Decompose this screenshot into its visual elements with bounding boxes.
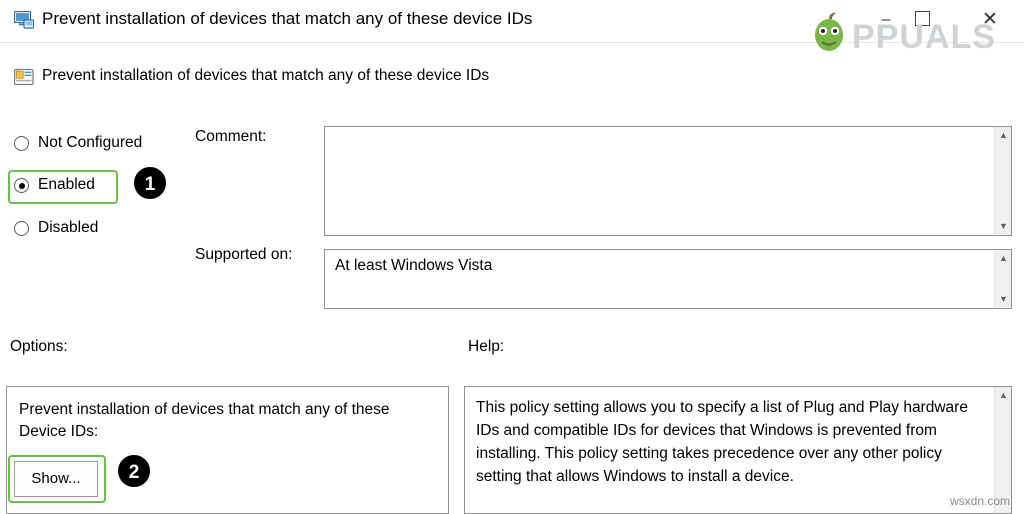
scroll-down-icon[interactable]: ▼ bbox=[995, 291, 1012, 308]
highlight-box-show bbox=[8, 455, 106, 503]
radio-label-not-configured: Not Configured bbox=[38, 134, 143, 151]
options-section-label: Options: bbox=[10, 338, 68, 355]
minimize-icon: – bbox=[881, 11, 891, 28]
supported-on-label: Supported on: bbox=[195, 246, 293, 263]
comment-textarea[interactable]: ▲ ▼ bbox=[324, 126, 1012, 236]
callout-badge-1: 1 bbox=[132, 165, 168, 201]
scroll-up-icon[interactable]: ▲ bbox=[995, 387, 1012, 404]
window-title: Prevent installation of devices that mat… bbox=[42, 9, 533, 28]
comment-label: Comment: bbox=[195, 128, 267, 145]
scroll-up-icon[interactable]: ▲ bbox=[995, 127, 1012, 144]
radio-circle-icon bbox=[14, 136, 29, 151]
close-icon: ✕ bbox=[982, 9, 998, 30]
highlight-box-enabled bbox=[8, 170, 118, 204]
window-titlebar: Prevent installation of devices that mat… bbox=[0, 0, 1024, 43]
maximize-button[interactable] bbox=[900, 0, 944, 40]
policy-name-label: Prevent installation of devices that mat… bbox=[42, 67, 490, 84]
comment-scrollbar[interactable]: ▲ ▼ bbox=[994, 127, 1011, 235]
help-text: This policy setting allows you to specif… bbox=[476, 399, 968, 485]
radio-label-disabled: Disabled bbox=[38, 219, 99, 236]
monitor-icon bbox=[13, 10, 35, 29]
supported-on-scrollbar[interactable]: ▲ ▼ bbox=[994, 250, 1011, 308]
site-watermark: wsxdn.com bbox=[950, 494, 1011, 508]
close-button[interactable]: ✕ bbox=[968, 0, 1012, 40]
radio-circle-icon bbox=[14, 221, 29, 236]
help-section-label: Help: bbox=[468, 338, 505, 355]
scroll-up-icon[interactable]: ▲ bbox=[995, 250, 1012, 267]
policy-setting-icon bbox=[13, 68, 34, 87]
option-setting-text: Prevent installation of devices that mat… bbox=[19, 401, 390, 440]
policy-header: Prevent installation of devices that mat… bbox=[0, 58, 1024, 160]
supported-on-textarea[interactable]: At least Windows Vista ▲ ▼ bbox=[324, 249, 1012, 309]
supported-on-value: At least Windows Vista bbox=[335, 257, 493, 274]
callout-badge-2: 2 bbox=[116, 453, 152, 489]
maximize-icon bbox=[914, 11, 930, 27]
scroll-down-icon[interactable]: ▼ bbox=[995, 218, 1012, 235]
